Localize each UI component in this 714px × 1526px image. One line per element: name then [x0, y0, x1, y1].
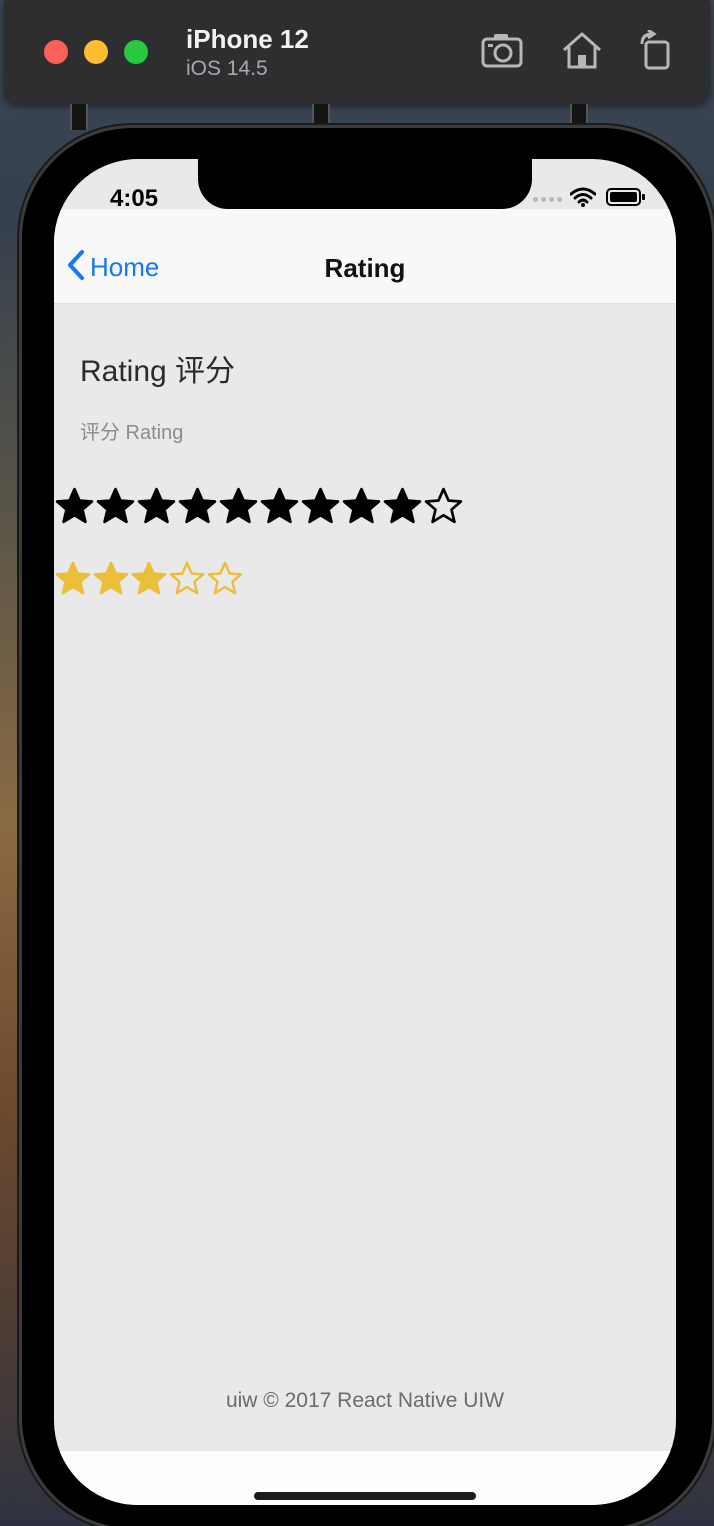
phone-screen: 4:05 Home Rating Rating 评分 评分 Rating uiw… — [54, 159, 676, 1505]
star-filled-icon[interactable] — [341, 486, 382, 531]
star-filled-icon[interactable] — [54, 486, 95, 531]
simulator-toolbar: iPhone 12 iOS 14.5 — [4, 0, 710, 104]
star-filled-icon[interactable] — [92, 560, 130, 602]
star-filled-icon[interactable] — [382, 486, 423, 531]
star-filled-icon[interactable] — [218, 486, 259, 531]
home-indicator[interactable] — [254, 1492, 476, 1500]
star-empty-icon[interactable] — [168, 560, 206, 602]
star-filled-icon[interactable] — [136, 486, 177, 531]
zoom-window-button[interactable] — [124, 40, 148, 64]
star-filled-icon[interactable] — [259, 486, 300, 531]
rotate-icon[interactable] — [634, 28, 678, 75]
screenshot-icon[interactable] — [480, 30, 524, 75]
nav-title: Rating — [324, 253, 406, 283]
section-label: 评分 Rating — [80, 422, 184, 444]
device-os-version: iOS 14.5 — [186, 57, 268, 80]
minimize-window-button[interactable] — [84, 40, 108, 64]
navigation-bar: Home Rating — [54, 209, 676, 304]
star-filled-icon[interactable] — [130, 560, 168, 602]
star-filled-icon[interactable] — [300, 486, 341, 531]
star-empty-icon[interactable] — [206, 560, 244, 602]
notch — [198, 159, 532, 209]
star-filled-icon[interactable] — [95, 486, 136, 531]
device-name: iPhone 12 — [186, 24, 309, 54]
hinge-middle — [312, 104, 330, 130]
star-empty-icon[interactable] — [423, 486, 464, 531]
close-window-button[interactable] — [44, 40, 68, 64]
cellular-icon — [533, 197, 562, 202]
footer-text: uiw © 2017 React Native UIW — [225, 1389, 505, 1412]
hinge-left — [70, 104, 88, 130]
page-title: Rating 评分 — [80, 355, 236, 388]
star-filled-icon[interactable] — [54, 560, 92, 602]
star-filled-icon[interactable] — [177, 486, 218, 531]
hinge-right — [570, 104, 588, 130]
home-icon[interactable] — [560, 30, 604, 75]
gold-rating — [54, 560, 244, 602]
black-rating — [54, 486, 464, 531]
